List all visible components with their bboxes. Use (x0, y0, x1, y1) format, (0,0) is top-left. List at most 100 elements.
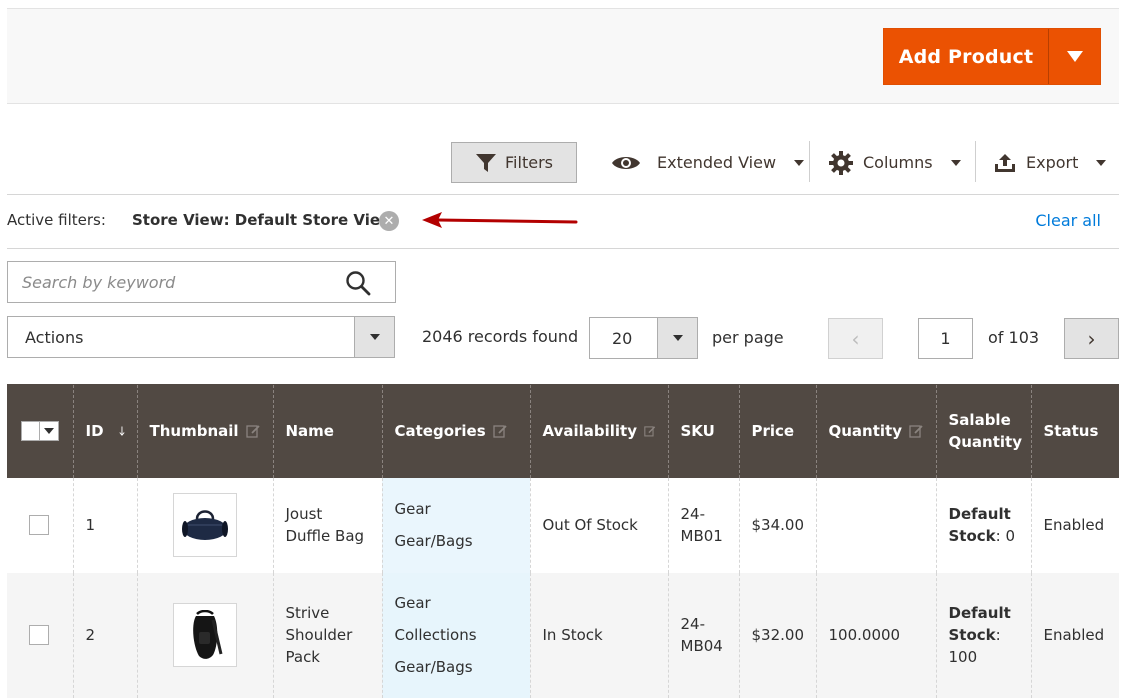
column-header-label: Quantity (948, 433, 1023, 452)
column-header-label: Quantity (828, 422, 903, 441)
caret-down-icon (1096, 159, 1107, 166)
column-header-status[interactable]: Status (1030, 384, 1119, 478)
cell-price: $32.00 (738, 572, 816, 698)
cell-sku-line: 24- (680, 505, 706, 523)
row-select-checkbox[interactable] (29, 515, 49, 535)
column-header-label: Categories (394, 422, 486, 441)
product-thumbnail[interactable] (173, 493, 237, 557)
caret-down-icon (794, 159, 805, 166)
per-page-value: 20 (612, 329, 633, 348)
add-product-dropdown-toggle[interactable] (1048, 29, 1100, 84)
arrow-down-icon (118, 426, 125, 437)
cell-quantity: 100.0000 (815, 572, 936, 698)
toolbar-divider (809, 141, 810, 182)
mass-select-dropdown[interactable] (21, 421, 59, 442)
per-page-label: per page (712, 328, 784, 347)
column-header-thumbnail[interactable]: Thumbnail (136, 384, 273, 478)
product-grid-page: Add Product Filters Extended View Column… (0, 0, 1124, 698)
mass-select-checkbox[interactable] (22, 422, 41, 441)
previous-page-button[interactable]: ‹ (828, 318, 883, 359)
column-header-label: ID (85, 422, 104, 441)
cell-id: 2 (72, 572, 137, 698)
per-page-select[interactable]: 20 (589, 317, 698, 359)
view-switcher-label: Extended View (657, 153, 777, 172)
active-filter-store-view: Store View: Default Store View (132, 211, 394, 229)
product-grid-table: ID Thumbnail Name Categories Availabilit… (7, 384, 1119, 698)
cell-id: 1 (72, 477, 137, 573)
table-row[interactable]: 1 Joust Duffle Bag Gear Gear/Bags Out Of… (7, 477, 1119, 573)
column-header-salable-quantity[interactable]: Salable Quantity (935, 384, 1031, 478)
annotation-arrow-icon (422, 212, 578, 228)
cell-availability: Out Of Stock (529, 477, 668, 573)
row-select-checkbox[interactable] (29, 625, 49, 645)
chevron-right-icon: › (1087, 326, 1096, 351)
chevron-down-icon (1066, 51, 1083, 62)
per-page-toggle[interactable] (657, 318, 697, 358)
export-control-label: Export (1026, 153, 1079, 172)
columns-control[interactable]: Columns (829, 142, 961, 183)
gear-icon (829, 150, 853, 175)
cell-category: Gear/Bags (394, 532, 473, 550)
column-header-label: Price (751, 422, 795, 441)
column-header-categories[interactable]: Categories (381, 384, 530, 478)
column-header-name[interactable]: Name (272, 384, 382, 478)
mass-actions-label: Actions (25, 328, 84, 347)
mass-actions-toggle[interactable] (354, 317, 394, 357)
filters-button[interactable]: Filters (451, 142, 577, 183)
keyword-search (7, 261, 396, 303)
cell-sku-line: 24- (680, 615, 706, 633)
cell-sku-line: MB01 (680, 527, 723, 545)
column-header-label: Status (1043, 422, 1099, 441)
salable-source: Stock (948, 626, 996, 644)
cell-status: Enabled (1030, 477, 1119, 573)
product-thumbnail[interactable] (173, 603, 237, 667)
pencil-icon (493, 425, 507, 438)
pencil-icon (909, 425, 923, 438)
column-header-price[interactable]: Price (738, 384, 816, 478)
export-control[interactable]: Export (994, 142, 1107, 183)
mass-select-header (7, 384, 73, 478)
column-header-quantity[interactable]: Quantity (815, 384, 936, 478)
table-header-row: ID Thumbnail Name Categories Availabilit… (7, 384, 1119, 478)
cell-status: Enabled (1030, 572, 1119, 698)
view-switcher[interactable]: Extended View (611, 142, 805, 183)
salable-source: Default (948, 604, 1011, 622)
salable-value: 100 (948, 648, 978, 666)
column-header-label: Name (285, 422, 334, 441)
add-product-button[interactable]: Add Product (884, 29, 1048, 84)
active-filters-label: Active filters: (7, 211, 106, 229)
add-product-split-button[interactable]: Add Product (883, 28, 1101, 85)
cell-category: Gear/Bags (394, 658, 473, 676)
toolbar-divider (975, 141, 976, 182)
pencil-icon (245, 425, 260, 438)
cell-salable-quantity: Default Stock: 0 (949, 503, 1019, 547)
column-header-sku[interactable]: SKU (667, 384, 739, 478)
upload-icon (995, 153, 1015, 172)
caret-down-icon (672, 335, 683, 341)
cell-name-line: Strive (285, 604, 330, 622)
page-actions-bar: Add Product (7, 8, 1119, 104)
total-pages-label: of 103 (988, 328, 1040, 347)
clear-all-link[interactable]: Clear all (1035, 211, 1101, 230)
caret-down-icon (369, 334, 380, 340)
pencil-icon (644, 426, 656, 437)
cell-category: Collections (394, 626, 477, 644)
caret-down-icon (950, 159, 961, 166)
eye-icon (612, 156, 640, 169)
mass-actions-select[interactable]: Actions (7, 316, 395, 358)
search-icon[interactable] (345, 270, 371, 296)
cell-name-line: Shoulder (285, 626, 353, 644)
funnel-icon (476, 153, 497, 172)
column-header-label: Availability (542, 422, 638, 441)
cell-name-line: Duffle Bag (285, 527, 365, 545)
column-header-availability[interactable]: Availability (529, 384, 668, 478)
current-page-input[interactable] (918, 318, 973, 359)
next-page-button[interactable]: › (1064, 318, 1119, 359)
close-circle-icon[interactable]: ✕ (379, 211, 399, 231)
column-header-label: SKU (680, 422, 715, 441)
shoulder-pack-image-icon (193, 610, 223, 659)
column-header-id[interactable]: ID (72, 384, 137, 478)
cell-price: $34.00 (738, 477, 816, 573)
search-input[interactable] (8, 262, 338, 302)
table-row[interactable]: 2 Strive Shoulder Pack Gear Collections … (7, 572, 1119, 698)
